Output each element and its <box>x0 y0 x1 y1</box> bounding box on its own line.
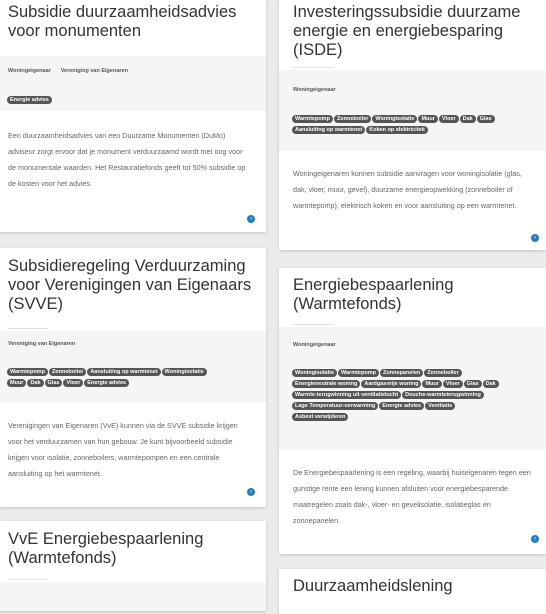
tag: Dak <box>482 380 499 388</box>
card-title[interactable]: Subsidieregeling Verduurzaming voor Vere… <box>0 257 266 314</box>
tag: Dak <box>27 379 44 387</box>
regeling-card[interactable]: Duurzaamheidslening <box>279 569 546 614</box>
tag: Muur <box>7 379 27 387</box>
tag: Zonnepanelen <box>379 369 424 377</box>
tag: Aansluiting op warmtenet <box>87 368 161 376</box>
card-tag-area <box>0 582 266 611</box>
tag: Warmte-terugwinning uit ventilatielucht <box>292 391 402 399</box>
card-description: Woningeigenaren kunnen subsidie aanvrage… <box>293 169 522 210</box>
tag: Lage Temperatuur-verwarming <box>292 402 379 410</box>
divider <box>8 579 48 580</box>
tag: Energie advies <box>7 96 52 104</box>
arrow-right-circle-icon[interactable]: › <box>247 215 255 223</box>
card-title[interactable]: Energiebespaarlening (Warmtefonds) <box>285 276 546 314</box>
divider <box>293 67 333 68</box>
target-group: Woningeigenaar <box>293 342 336 348</box>
tag: Woningisolatie <box>292 369 338 377</box>
tag-list: Warmtepomp Zonneboiler Woningisolatie Muur V… <box>292 115 540 137</box>
card-title[interactable]: Investeringssubsidie duurzame energie en… <box>285 3 546 60</box>
tag: Glas <box>476 115 495 123</box>
tag: Koken op elektriciteit <box>366 126 428 134</box>
tag: Vloer <box>442 380 463 388</box>
tag: Warmtepomp <box>292 115 333 123</box>
target-group-list: Vereniging van Eigenaren <box>8 341 85 347</box>
tag: Aansluiting op warmtenet <box>292 126 366 134</box>
card-description: De Energiebespaarlening is een regeling,… <box>293 468 531 525</box>
target-group: Vereniging van Eigenaren <box>8 341 76 347</box>
tag: Zonneboiler <box>424 369 462 377</box>
tag: Glas <box>463 380 482 388</box>
tag: Muur <box>422 380 442 388</box>
tag: Warmtepomp <box>338 369 379 377</box>
card-title[interactable]: VvE Energiebespaarlening (Warmtefonds) <box>0 530 266 568</box>
arrow-right-circle-icon[interactable]: › <box>531 234 539 242</box>
tag: Woningisolatie <box>372 115 418 123</box>
tag: Aardgasvrije woning <box>361 380 422 388</box>
tag: Glas <box>44 379 63 387</box>
tag: Energieneutrale woning <box>292 380 361 388</box>
tag: Vloer <box>63 379 84 387</box>
tag: Ventilatie <box>425 402 456 410</box>
tag: Warmtepomp <box>7 368 48 376</box>
regeling-card[interactable]: Subsidieregeling Verduurzaming voor Vere… <box>0 248 266 507</box>
target-group-list: Woningeigenaar <box>293 342 346 348</box>
tag: Energie advies <box>84 379 130 387</box>
card-description: Verenigingen van Eigenaren (VvE) kunnen … <box>8 421 238 478</box>
target-group-list: Woningeigenaar Vereniging van Eigenaren <box>8 68 138 74</box>
target-group: Woningeigenaar <box>8 68 51 74</box>
tag-list: Warmtepomp Zonneboiler Aansluiting op warm… <box>7 368 260 390</box>
tag-list: Energie advies <box>7 96 260 107</box>
tag: Energie advies <box>379 402 425 410</box>
divider <box>293 324 333 325</box>
target-group: Woningeigenaar <box>293 87 336 93</box>
card-tag-area: Woningeigenaar Warmtepomp Zonneboiler Woni… <box>279 70 546 151</box>
arrow-right-circle-icon[interactable]: › <box>531 535 539 543</box>
card-tag-area: Vereniging van Eigenaren Warmtepomp Zonne… <box>0 331 266 403</box>
regeling-card[interactable]: Investeringssubsidie duurzame energie en… <box>279 0 546 250</box>
tag: Zonneboiler <box>48 368 87 376</box>
tag: Douche-warmteterugwinning <box>402 391 484 399</box>
card-tag-area: Woningeigenaar Vereniging van Eigenaren E… <box>0 56 266 111</box>
tag: Dak <box>459 115 476 123</box>
regeling-card[interactable]: Energiebespaarlening (Warmtefonds) Wonin… <box>279 268 546 554</box>
tag: Asbest verwijderen <box>292 413 349 421</box>
arrow-right-circle-icon[interactable]: › <box>247 488 255 496</box>
target-group-list: Woningeigenaar <box>293 87 346 93</box>
card-title[interactable]: Duurzaamheidslening <box>285 577 546 596</box>
divider <box>8 328 48 329</box>
target-group: Vereniging van Eigenaren <box>60 68 128 74</box>
tag: Zonneboiler <box>333 115 372 123</box>
tag: Woningisolatie <box>161 368 207 376</box>
tag-list: Woningisolatie Warmtepomp Zonnepanelen Zonn… <box>292 369 540 424</box>
card-title[interactable]: Subsidie duurzaamheidsadvies voor monume… <box>0 3 266 41</box>
tag: Muur <box>418 115 438 123</box>
tag: Vloer <box>438 115 459 123</box>
card-description: Een duurzaamheidsadvies van een Duurzame… <box>8 131 246 188</box>
regeling-card[interactable]: VvE Energiebespaarlening (Warmtefonds) <box>0 521 266 611</box>
regeling-card[interactable]: Subsidie duurzaamheidsadvies voor monume… <box>0 0 266 232</box>
card-tag-area: Woningeigenaar Woningisolatie Warmtepomp Z… <box>279 327 546 450</box>
